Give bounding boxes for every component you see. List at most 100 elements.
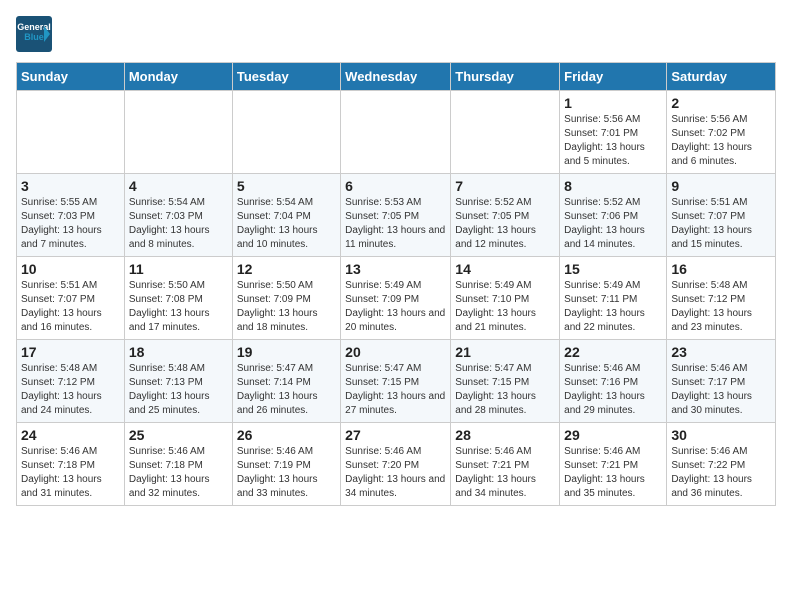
day-number: 9 bbox=[671, 178, 771, 194]
day-number: 3 bbox=[21, 178, 120, 194]
day-detail: Sunrise: 5:46 AM Sunset: 7:18 PM Dayligh… bbox=[21, 445, 120, 501]
day-number: 7 bbox=[455, 178, 555, 194]
day-detail: Sunrise: 5:46 AM Sunset: 7:17 PM Dayligh… bbox=[671, 362, 771, 418]
day-detail: Sunrise: 5:52 AM Sunset: 7:06 PM Dayligh… bbox=[564, 196, 662, 252]
day-detail: Sunrise: 5:52 AM Sunset: 7:05 PM Dayligh… bbox=[455, 196, 555, 252]
day-number: 4 bbox=[129, 178, 228, 194]
svg-text:Blue: Blue bbox=[24, 32, 44, 42]
day-detail: Sunrise: 5:51 AM Sunset: 7:07 PM Dayligh… bbox=[671, 196, 771, 252]
day-number: 16 bbox=[671, 261, 771, 277]
calendar-cell: 21 Sunrise: 5:47 AM Sunset: 7:15 PM Dayli… bbox=[451, 340, 560, 423]
day-detail: Sunrise: 5:46 AM Sunset: 7:18 PM Dayligh… bbox=[129, 445, 228, 501]
calendar-table: SundayMondayTuesdayWednesdayThursdayFrid… bbox=[16, 62, 776, 506]
header-row: SundayMondayTuesdayWednesdayThursdayFrid… bbox=[17, 63, 776, 91]
calendar-cell: 27Sunrise: 5:46 AM Sunset: 7:20 PM Dayli… bbox=[341, 423, 451, 506]
day-detail: Sunrise: 5:50 AM Sunset: 7:09 PM Dayligh… bbox=[237, 279, 336, 335]
calendar-cell: 4 Sunrise: 5:54 AM Sunset: 7:03 PM Daylig… bbox=[124, 174, 232, 257]
calendar-cell bbox=[232, 91, 340, 174]
calendar-cell: 8 Sunrise: 5:52 AM Sunset: 7:06 PM Daylig… bbox=[560, 174, 667, 257]
header-day: Friday bbox=[560, 63, 667, 91]
day-number: 28 bbox=[455, 427, 555, 443]
day-number: 5 bbox=[237, 178, 336, 194]
day-detail: Sunrise: 5:46 AM Sunset: 7:19 PM Dayligh… bbox=[237, 445, 336, 501]
header-day: Saturday bbox=[667, 63, 776, 91]
day-number: 2 bbox=[671, 95, 771, 111]
calendar-cell bbox=[451, 91, 560, 174]
day-number: 12 bbox=[237, 261, 336, 277]
day-detail: Sunrise: 5:46 AM Sunset: 7:16 PM Dayligh… bbox=[564, 362, 662, 418]
day-number: 25 bbox=[129, 427, 228, 443]
day-detail: Sunrise: 5:49 AM Sunset: 7:09 PM Dayligh… bbox=[345, 279, 446, 335]
day-detail: Sunrise: 5:46 AM Sunset: 7:22 PM Dayligh… bbox=[671, 445, 771, 501]
day-number: 23 bbox=[671, 344, 771, 360]
calendar-cell: 1 Sunrise: 5:56 AM Sunset: 7:01 PM Daylig… bbox=[560, 91, 667, 174]
day-number: 29 bbox=[564, 427, 662, 443]
day-detail: Sunrise: 5:56 AM Sunset: 7:02 PM Dayligh… bbox=[671, 113, 771, 169]
page-header: General Blue bbox=[16, 16, 776, 52]
day-number: 27 bbox=[345, 427, 446, 443]
header-day: Wednesday bbox=[341, 63, 451, 91]
day-detail: Sunrise: 5:46 AM Sunset: 7:21 PM Dayligh… bbox=[455, 445, 555, 501]
day-number: 6 bbox=[345, 178, 446, 194]
calendar-cell: 30 Sunrise: 5:46 AM Sunset: 7:22 PM Dayli… bbox=[667, 423, 776, 506]
day-number: 11 bbox=[129, 261, 228, 277]
calendar-cell: 2 Sunrise: 5:56 AM Sunset: 7:02 PM Daylig… bbox=[667, 91, 776, 174]
calendar-cell: 3Sunrise: 5:55 AM Sunset: 7:03 PM Daylig… bbox=[17, 174, 125, 257]
day-detail: Sunrise: 5:51 AM Sunset: 7:07 PM Dayligh… bbox=[21, 279, 120, 335]
calendar-cell bbox=[124, 91, 232, 174]
logo: General Blue bbox=[16, 16, 58, 52]
calendar-cell: 25 Sunrise: 5:46 AM Sunset: 7:18 PM Dayli… bbox=[124, 423, 232, 506]
calendar-cell: 19Sunrise: 5:47 AM Sunset: 7:14 PM Dayli… bbox=[232, 340, 340, 423]
day-number: 14 bbox=[455, 261, 555, 277]
calendar-cell: 10 Sunrise: 5:51 AM Sunset: 7:07 PM Dayli… bbox=[17, 257, 125, 340]
calendar-cell: 7 Sunrise: 5:52 AM Sunset: 7:05 PM Daylig… bbox=[451, 174, 560, 257]
calendar-cell: 6 Sunrise: 5:53 AM Sunset: 7:05 PM Daylig… bbox=[341, 174, 451, 257]
day-number: 15 bbox=[564, 261, 662, 277]
calendar-cell: 24 Sunrise: 5:46 AM Sunset: 7:18 PM Dayli… bbox=[17, 423, 125, 506]
calendar-cell: 29 Sunrise: 5:46 AM Sunset: 7:21 PM Dayli… bbox=[560, 423, 667, 506]
calendar-week-row: 3Sunrise: 5:55 AM Sunset: 7:03 PM Daylig… bbox=[17, 174, 776, 257]
day-detail: Sunrise: 5:50 AM Sunset: 7:08 PM Dayligh… bbox=[129, 279, 228, 335]
calendar-cell: 23 Sunrise: 5:46 AM Sunset: 7:17 PM Dayli… bbox=[667, 340, 776, 423]
header-day: Tuesday bbox=[232, 63, 340, 91]
calendar-cell: 18Sunrise: 5:48 AM Sunset: 7:13 PM Dayli… bbox=[124, 340, 232, 423]
day-number: 8 bbox=[564, 178, 662, 194]
day-detail: Sunrise: 5:53 AM Sunset: 7:05 PM Dayligh… bbox=[345, 196, 446, 252]
day-detail: Sunrise: 5:54 AM Sunset: 7:04 PM Dayligh… bbox=[237, 196, 336, 252]
header-day: Monday bbox=[124, 63, 232, 91]
calendar-cell: 28 Sunrise: 5:46 AM Sunset: 7:21 PM Dayli… bbox=[451, 423, 560, 506]
day-number: 21 bbox=[455, 344, 555, 360]
day-number: 30 bbox=[671, 427, 771, 443]
calendar-cell: 13Sunrise: 5:49 AM Sunset: 7:09 PM Dayli… bbox=[341, 257, 451, 340]
day-detail: Sunrise: 5:54 AM Sunset: 7:03 PM Dayligh… bbox=[129, 196, 228, 252]
day-number: 22 bbox=[564, 344, 662, 360]
day-number: 24 bbox=[21, 427, 120, 443]
calendar-cell: 20Sunrise: 5:47 AM Sunset: 7:15 PM Dayli… bbox=[341, 340, 451, 423]
calendar-cell: 14 Sunrise: 5:49 AM Sunset: 7:10 PM Dayli… bbox=[451, 257, 560, 340]
calendar-cell: 26 Sunrise: 5:46 AM Sunset: 7:19 PM Dayli… bbox=[232, 423, 340, 506]
calendar-cell: 11 Sunrise: 5:50 AM Sunset: 7:08 PM Dayli… bbox=[124, 257, 232, 340]
calendar-cell: 22 Sunrise: 5:46 AM Sunset: 7:16 PM Dayli… bbox=[560, 340, 667, 423]
day-number: 10 bbox=[21, 261, 120, 277]
calendar-cell: 16 Sunrise: 5:48 AM Sunset: 7:12 PM Dayli… bbox=[667, 257, 776, 340]
calendar-cell bbox=[341, 91, 451, 174]
day-number: 26 bbox=[237, 427, 336, 443]
day-detail: Sunrise: 5:48 AM Sunset: 7:12 PM Dayligh… bbox=[671, 279, 771, 335]
header-day: Sunday bbox=[17, 63, 125, 91]
calendar-cell: 15 Sunrise: 5:49 AM Sunset: 7:11 PM Dayli… bbox=[560, 257, 667, 340]
day-detail: Sunrise: 5:46 AM Sunset: 7:21 PM Dayligh… bbox=[564, 445, 662, 501]
logo-icon: General Blue bbox=[16, 16, 52, 52]
day-number: 19 bbox=[237, 344, 336, 360]
day-detail: Sunrise: 5:49 AM Sunset: 7:10 PM Dayligh… bbox=[455, 279, 555, 335]
calendar-cell: 9 Sunrise: 5:51 AM Sunset: 7:07 PM Daylig… bbox=[667, 174, 776, 257]
day-number: 1 bbox=[564, 95, 662, 111]
calendar-cell: 5 Sunrise: 5:54 AM Sunset: 7:04 PM Daylig… bbox=[232, 174, 340, 257]
day-detail: Sunrise: 5:56 AM Sunset: 7:01 PM Dayligh… bbox=[564, 113, 662, 169]
day-detail: Sunrise: 5:49 AM Sunset: 7:11 PM Dayligh… bbox=[564, 279, 662, 335]
calendar-cell: 12 Sunrise: 5:50 AM Sunset: 7:09 PM Dayli… bbox=[232, 257, 340, 340]
header-day: Thursday bbox=[451, 63, 560, 91]
day-number: 17 bbox=[21, 344, 120, 360]
day-detail: Sunrise: 5:47 AM Sunset: 7:15 PM Dayligh… bbox=[455, 362, 555, 418]
calendar-week-row: 17 Sunrise: 5:48 AM Sunset: 7:12 PM Dayli… bbox=[17, 340, 776, 423]
day-detail: Sunrise: 5:48 AM Sunset: 7:12 PM Dayligh… bbox=[21, 362, 120, 418]
